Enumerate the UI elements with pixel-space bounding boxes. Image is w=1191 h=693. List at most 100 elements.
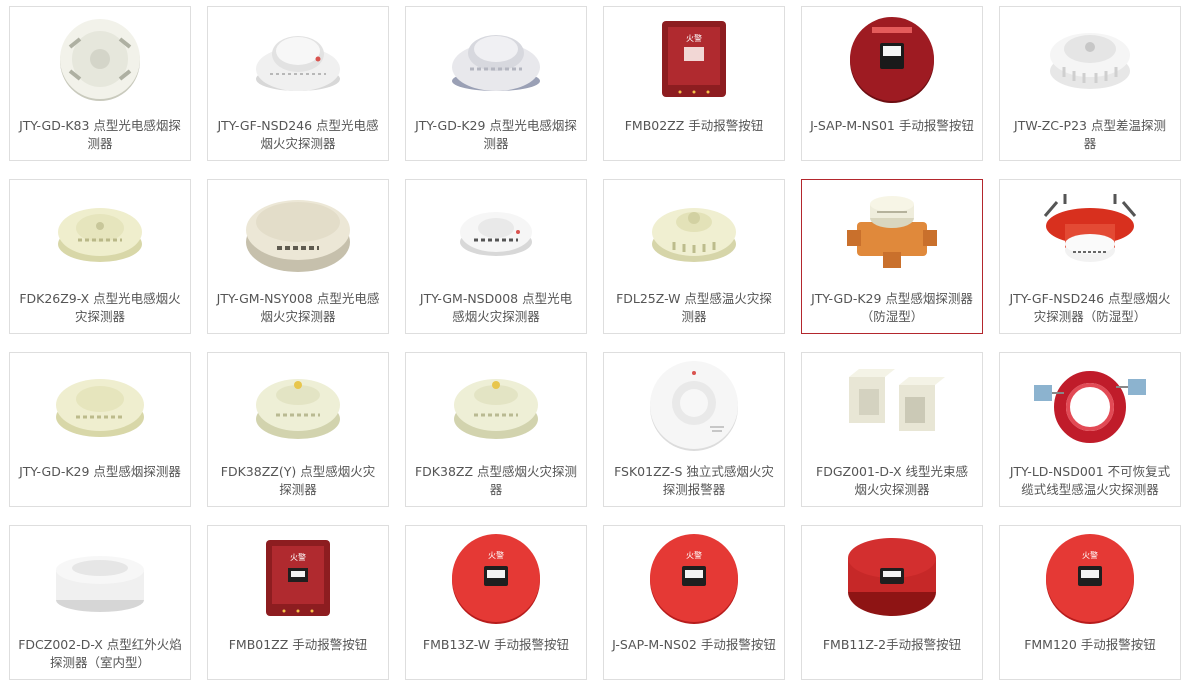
product-image[interactable]: 火警 xyxy=(604,526,784,630)
product-image[interactable]: 火警 xyxy=(1000,526,1180,630)
product-name[interactable]: FMM120 手动报警按钮 xyxy=(1008,636,1172,654)
product-image[interactable] xyxy=(802,353,982,457)
product-name[interactable]: FDK38ZZ 点型感烟火灾探测器 xyxy=(414,463,578,499)
smoke-detector-icon xyxy=(246,200,350,272)
smoke-detector-icon xyxy=(452,35,540,91)
product-image[interactable] xyxy=(406,353,586,457)
product-card[interactable]: FDK38ZZ 点型感烟火灾探测器 xyxy=(405,352,587,507)
product-name[interactable]: FMB13Z-W 手动报警按钮 xyxy=(414,636,578,654)
manual-call-point-icon xyxy=(848,538,936,616)
svg-text:火警: 火警 xyxy=(686,33,702,43)
product-name[interactable]: JTY-GD-K29 点型感烟探测器 xyxy=(18,463,182,481)
product-image[interactable] xyxy=(208,180,388,284)
product-card[interactable]: 火警 J-SAP-M-NS02 手动报警按钮 xyxy=(603,525,785,680)
product-card[interactable]: JTY-GM-NSY008 点型光电感烟火灾探测器 xyxy=(207,179,389,334)
smoke-detector-icon xyxy=(60,19,140,101)
product-image[interactable] xyxy=(10,180,190,284)
product-image[interactable] xyxy=(406,7,586,111)
product-name[interactable]: FSK01ZZ-S 独立式感烟火灾探测报警器 xyxy=(612,463,776,499)
product-card[interactable]: JTY-GD-K29 点型光电感烟探测器 xyxy=(405,6,587,161)
product-name[interactable]: FDCZ002-D-X 点型红外火焰探测器（室内型） xyxy=(18,636,182,672)
product-name[interactable]: J-SAP-M-NS02 手动报警按钮 xyxy=(612,636,776,654)
product-card[interactable]: JTY-GD-K29 点型感烟探测器（防湿型） xyxy=(801,179,983,334)
flame-detector-icon xyxy=(56,556,144,612)
product-name[interactable]: JTY-GD-K83 点型光电感烟探测器 xyxy=(18,117,182,153)
smoke-detector-icon xyxy=(650,361,738,451)
product-image[interactable] xyxy=(802,180,982,284)
product-image[interactable] xyxy=(10,7,190,111)
beam-detector-icon xyxy=(849,369,945,431)
product-card[interactable]: JTW-ZC-P23 点型差温探测器 xyxy=(999,6,1181,161)
smoke-detector-icon xyxy=(256,36,340,91)
product-image[interactable] xyxy=(1000,7,1180,111)
product-card[interactable]: JTY-GM-NSD008 点型光电感烟火灾探测器 xyxy=(405,179,587,334)
smoke-detector-icon xyxy=(256,379,340,439)
product-image[interactable] xyxy=(208,353,388,457)
smoke-detector-icon xyxy=(460,212,532,256)
svg-text:火警: 火警 xyxy=(488,550,504,560)
product-name[interactable]: JTY-GF-NSD246 点型光电感烟火灾探测器 xyxy=(216,117,380,153)
cable-detector-icon xyxy=(1034,371,1146,443)
product-name[interactable]: FDL25Z-W 点型感温火灾探测器 xyxy=(612,290,776,326)
product-card[interactable]: 火警 FMM120 手动报警按钮 xyxy=(999,525,1181,680)
product-card[interactable]: 火警 FMB01ZZ 手动报警按钮 xyxy=(207,525,389,680)
product-card[interactable]: JTY-GF-NSD246 点型感烟火灾探测器（防湿型） xyxy=(999,179,1181,334)
manual-call-point-icon: 火警 xyxy=(1046,534,1134,624)
product-name[interactable]: JTY-GD-K29 点型光电感烟探测器 xyxy=(414,117,578,153)
product-name[interactable]: J-SAP-M-NS01 手动报警按钮 xyxy=(810,117,974,135)
product-card[interactable]: FDGZ001-D-X 线型光束感烟火灾探测器 xyxy=(801,352,983,507)
product-image[interactable] xyxy=(802,526,982,630)
product-name[interactable]: JTY-LD-NSD001 不可恢复式缆式线型感温火灾探测器 xyxy=(1008,463,1172,499)
product-image[interactable]: 火警 xyxy=(406,526,586,630)
svg-text:火警: 火警 xyxy=(686,550,702,560)
product-card[interactable]: JTY-LD-NSD001 不可恢复式缆式线型感温火灾探测器 xyxy=(999,352,1181,507)
svg-text:火警: 火警 xyxy=(290,552,306,562)
smoke-detector-icon xyxy=(58,208,142,262)
product-name[interactable]: JTY-GF-NSD246 点型感烟火灾探测器（防湿型） xyxy=(1008,290,1172,326)
smoke-detector-icon xyxy=(1043,194,1137,262)
product-name[interactable]: FMB01ZZ 手动报警按钮 xyxy=(216,636,380,654)
product-image[interactable]: 火警 xyxy=(604,7,784,111)
heat-detector-icon xyxy=(1050,33,1130,89)
product-card[interactable]: FMB11Z-2手动报警按钮 xyxy=(801,525,983,680)
product-image[interactable]: 火警 xyxy=(208,526,388,630)
smoke-detector-icon xyxy=(847,196,937,268)
product-card[interactable]: J-SAP-M-NS01 手动报警按钮 xyxy=(801,6,983,161)
product-card[interactable]: JTY-GD-K29 点型感烟探测器 xyxy=(9,352,191,507)
heat-detector-icon xyxy=(652,208,736,262)
product-image[interactable] xyxy=(802,7,982,111)
product-card[interactable]: FDK26Z9-X 点型光电感烟火灾探测器 xyxy=(9,179,191,334)
manual-call-point-icon xyxy=(850,17,934,103)
product-grid: JTY-GD-K83 点型光电感烟探测器 JTY-GF-NSD246 点型光电感烟… xyxy=(0,0,1191,693)
product-name[interactable]: FDK38ZZ(Y) 点型感烟火灾探测器 xyxy=(216,463,380,499)
product-image[interactable] xyxy=(604,180,784,284)
product-card[interactable]: FSK01ZZ-S 独立式感烟火灾探测报警器 xyxy=(603,352,785,507)
product-image[interactable] xyxy=(10,353,190,457)
product-name[interactable]: FMB11Z-2手动报警按钮 xyxy=(810,636,974,654)
product-name[interactable]: FDGZ001-D-X 线型光束感烟火灾探测器 xyxy=(810,463,974,499)
svg-text:火警: 火警 xyxy=(1082,550,1098,560)
product-image[interactable] xyxy=(1000,180,1180,284)
product-card[interactable]: 火警 FMB13Z-W 手动报警按钮 xyxy=(405,525,587,680)
product-name[interactable]: JTY-GM-NSY008 点型光电感烟火灾探测器 xyxy=(216,290,380,326)
product-image[interactable] xyxy=(1000,353,1180,457)
product-image[interactable] xyxy=(406,180,586,284)
product-name[interactable]: JTY-GD-K29 点型感烟探测器（防湿型） xyxy=(810,290,974,326)
product-card[interactable]: FDL25Z-W 点型感温火灾探测器 xyxy=(603,179,785,334)
product-name[interactable]: FDK26Z9-X 点型光电感烟火灾探测器 xyxy=(18,290,182,326)
product-image[interactable] xyxy=(208,7,388,111)
product-card[interactable]: JTY-GF-NSD246 点型光电感烟火灾探测器 xyxy=(207,6,389,161)
product-name[interactable]: FMB02ZZ 手动报警按钮 xyxy=(612,117,776,135)
manual-call-point-icon: 火警 xyxy=(662,21,726,97)
smoke-detector-icon xyxy=(454,379,538,439)
manual-call-point-icon: 火警 xyxy=(650,534,738,624)
product-card[interactable]: 火警 FMB02ZZ 手动报警按钮 xyxy=(603,6,785,161)
product-image[interactable] xyxy=(604,353,784,457)
product-card[interactable]: JTY-GD-K83 点型光电感烟探测器 xyxy=(9,6,191,161)
product-image[interactable] xyxy=(10,526,190,630)
product-card[interactable]: FDCZ002-D-X 点型红外火焰探测器（室内型） xyxy=(9,525,191,680)
product-card[interactable]: FDK38ZZ(Y) 点型感烟火灾探测器 xyxy=(207,352,389,507)
manual-call-point-icon: 火警 xyxy=(452,534,540,624)
product-name[interactable]: JTY-GM-NSD008 点型光电感烟火灾探测器 xyxy=(414,290,578,326)
product-name[interactable]: JTW-ZC-P23 点型差温探测器 xyxy=(1008,117,1172,153)
